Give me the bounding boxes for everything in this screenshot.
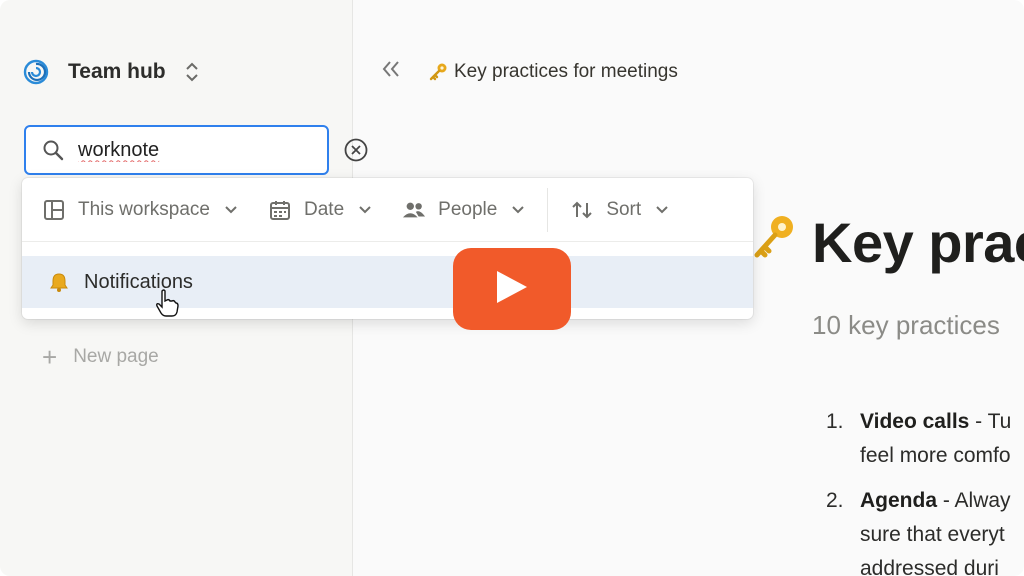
clear-search-icon[interactable] <box>343 136 369 164</box>
list-item-text: feel more comfo <box>860 444 1011 467</box>
calendar-icon <box>268 198 292 222</box>
filter-label: Sort <box>606 198 642 220</box>
filter-label: People <box>438 198 498 220</box>
filter-label: This workspace <box>78 198 210 220</box>
search-icon <box>42 137 64 163</box>
key-icon <box>428 62 448 82</box>
filter-label: Date <box>304 198 345 220</box>
chevron-down-icon <box>655 205 669 215</box>
filter-bar: This workspace Date People Sort <box>22 178 753 242</box>
people-icon <box>402 198 426 222</box>
spiral-logo-icon <box>22 58 50 86</box>
list-number: 1. <box>826 410 844 433</box>
app-window: Team hub worknote + New page Key practic… <box>0 0 1024 576</box>
new-page-label: New page <box>73 346 159 367</box>
workspace-name: Team hub <box>68 60 166 83</box>
search-input[interactable] <box>78 138 343 162</box>
search-result-item[interactable]: Notifications <box>22 256 753 308</box>
play-icon <box>495 269 529 310</box>
list-item-text: - Alway <box>937 489 1011 512</box>
list-number: 2. <box>826 489 844 512</box>
list-item: 1. Video calls - Tu feel more comfo <box>826 405 1011 473</box>
page-subtitle: 10 key practices <box>812 310 1000 340</box>
filter-workspace[interactable]: This workspace <box>42 190 238 230</box>
layout-icon <box>42 198 66 222</box>
list-item-heading: Agenda <box>860 489 938 512</box>
new-page-button[interactable]: + New page <box>42 340 159 374</box>
filter-date[interactable]: Date <box>268 190 372 230</box>
list-item: 2. Agenda - Alway sure that everyt addres… <box>826 484 1011 576</box>
topbar: Key practices for meetings <box>380 56 678 88</box>
list-item-heading: Video calls <box>860 410 970 433</box>
chevron-down-icon <box>511 205 525 215</box>
chevron-down-icon <box>224 205 238 215</box>
search-results-popup: This workspace Date People Sort Notifica… <box>22 178 753 319</box>
bell-icon <box>48 271 70 293</box>
filter-sort[interactable]: Sort <box>570 190 669 230</box>
list-item-text: sure that everyt <box>860 523 1005 546</box>
workspace-switcher[interactable]: Team hub <box>22 56 202 88</box>
chevron-up-down-icon[interactable] <box>182 58 202 86</box>
sort-icon <box>570 198 594 222</box>
filter-people[interactable]: People <box>402 190 525 230</box>
list-item-text: - Tu <box>969 410 1012 433</box>
plus-icon: + <box>42 342 58 372</box>
play-button[interactable] <box>453 248 571 330</box>
divider <box>547 187 549 232</box>
page-title: Key prac <box>812 211 1024 274</box>
key-icon <box>752 214 796 267</box>
hand-cursor-icon <box>155 289 179 322</box>
chevron-down-icon <box>358 205 372 215</box>
breadcrumb-label: Key practices for meetings <box>454 61 678 82</box>
breadcrumb[interactable]: Key practices for meetings <box>428 61 678 83</box>
search-box <box>24 125 368 175</box>
list-item-text: addressed duri <box>860 557 999 576</box>
collapse-sidebar-icon[interactable] <box>380 59 408 85</box>
